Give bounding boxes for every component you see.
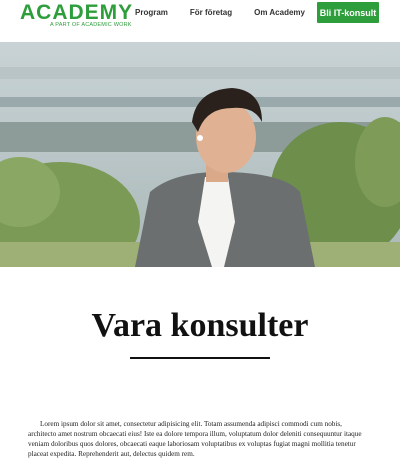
- hero-illustration: [0, 42, 400, 267]
- main-nav: Program För företag Om Academy: [135, 8, 327, 17]
- nav-item-for-foretag[interactable]: För företag: [190, 8, 232, 17]
- logo-wordmark: ACADEMY: [20, 1, 134, 24]
- bli-it-konsult-button[interactable]: Bli IT-konsult: [317, 2, 379, 23]
- top-navigation: ACADEMY A PART OF ACADEMIC WORK Program …: [0, 0, 400, 42]
- page-title: Vara konsulter: [91, 307, 309, 344]
- hero-photo: [0, 42, 400, 267]
- intro-paragraph: Lorem ipsum dolor sit amet, consectetur …: [28, 420, 362, 459]
- academy-logo[interactable]: ACADEMY A PART OF ACADEMIC WORK: [20, 1, 134, 29]
- nav-item-program[interactable]: Program: [135, 8, 168, 17]
- title-underline: [130, 357, 270, 359]
- logo-tagline: A PART OF ACADEMIC WORK: [50, 22, 132, 28]
- nav-item-om-academy[interactable]: Om Academy: [254, 8, 305, 17]
